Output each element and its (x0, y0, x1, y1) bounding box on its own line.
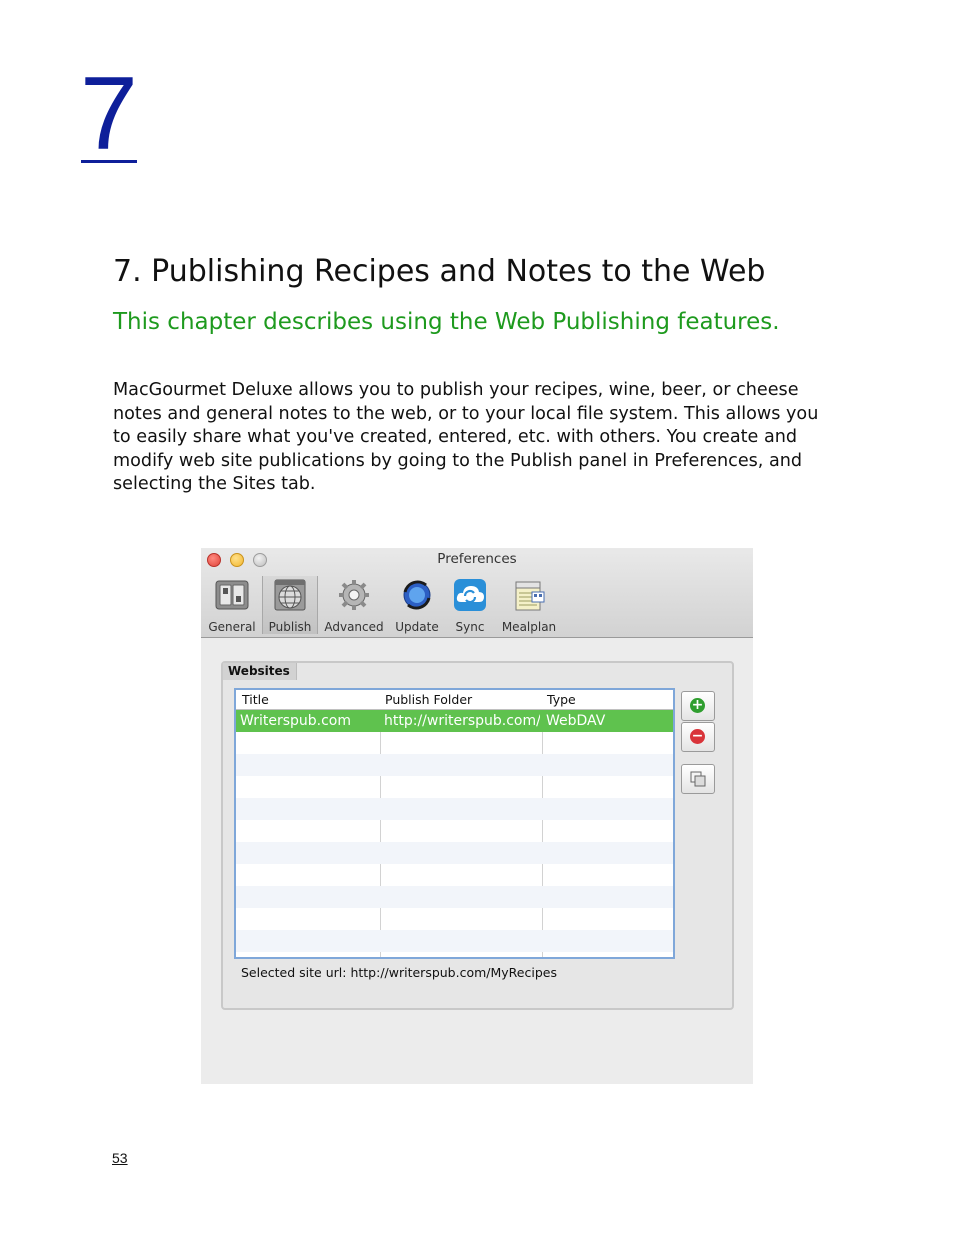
websites-table[interactable]: Title Publish Folder Type Writerspub.com… (234, 688, 675, 959)
toolbar-label: General (208, 620, 256, 634)
globe-icon (273, 578, 307, 612)
intro-paragraph: MacGourmet Deluxe allows you to publish … (113, 379, 853, 497)
column-header-title[interactable]: Title (242, 690, 269, 709)
duplicate-site-button[interactable] (681, 764, 715, 794)
table-header: Title Publish Folder Type (236, 690, 673, 710)
duplicate-icon (690, 771, 706, 791)
preferences-window-screenshot: Preferences General Publish Advanced Upd… (201, 548, 753, 1084)
toolbar-label: Sync (455, 620, 485, 634)
page-subtitle: This chapter describes using the Web Pub… (113, 309, 780, 335)
minus-icon: − (690, 728, 705, 744)
column-header-type[interactable]: Type (547, 690, 576, 709)
toolbar-mealplan[interactable]: Mealplan (498, 576, 560, 634)
empty-row (236, 886, 673, 908)
paragraph-line: selecting the Sites tab. (113, 474, 316, 494)
toolbar-label: Update (395, 620, 439, 634)
window-title: Preferences (437, 551, 517, 567)
empty-row (236, 842, 673, 864)
cell-title: Writerspub.com (240, 713, 352, 729)
toolbar-update[interactable]: Update (392, 576, 442, 634)
toolbar-label: Mealplan (501, 620, 557, 634)
add-site-button[interactable]: + (681, 691, 715, 721)
empty-row (236, 930, 673, 952)
page-title: 7. Publishing Recipes and Notes to the W… (113, 254, 766, 289)
status-label: Selected site url: (241, 965, 347, 980)
sync-icon (453, 578, 487, 612)
toolbar-general[interactable]: General (205, 576, 259, 634)
empty-row (236, 798, 673, 820)
tab-websites[interactable]: Websites (223, 663, 297, 680)
paragraph-line: to easily share what you've created, ent… (113, 427, 798, 447)
cell-type: WebDAV (546, 713, 606, 729)
page-number: 53 (112, 1150, 128, 1166)
window-toolbar: Preferences General Publish Advanced Upd… (201, 548, 753, 638)
column-header-publish-folder[interactable]: Publish Folder (385, 690, 472, 709)
toolbar-sync[interactable]: Sync (447, 576, 493, 634)
cell-publish-folder: http://writerspub.com/MyRecipes (384, 713, 540, 729)
paragraph-line: MacGourmet Deluxe allows you to publish … (113, 380, 799, 400)
paragraph-line: notes and general notes to the web, or t… (113, 403, 819, 424)
toolbar-publish[interactable]: Publish (262, 576, 318, 634)
selected-site-url: Selected site url: http://writerspub.com… (241, 965, 557, 980)
calendar-icon (512, 578, 546, 612)
chapter-number: 7 (80, 56, 138, 172)
switches-icon (215, 578, 249, 612)
status-url: http://writerspub.com/MyRecipes (350, 965, 557, 980)
gear-icon (337, 578, 371, 612)
paragraph-line: modify web site publications by going to… (113, 450, 803, 471)
toolbar-advanced[interactable]: Advanced (321, 576, 387, 634)
table-row[interactable]: Writerspub.com http://writerspub.com/MyR… (236, 710, 673, 732)
toolbar-label: Advanced (324, 620, 384, 634)
chapter-underline (81, 160, 137, 163)
update-icon (400, 578, 434, 612)
empty-row (236, 754, 673, 776)
plus-icon: + (690, 697, 705, 713)
remove-site-button[interactable]: − (681, 722, 715, 752)
toolbar-label: Publish (268, 620, 312, 634)
